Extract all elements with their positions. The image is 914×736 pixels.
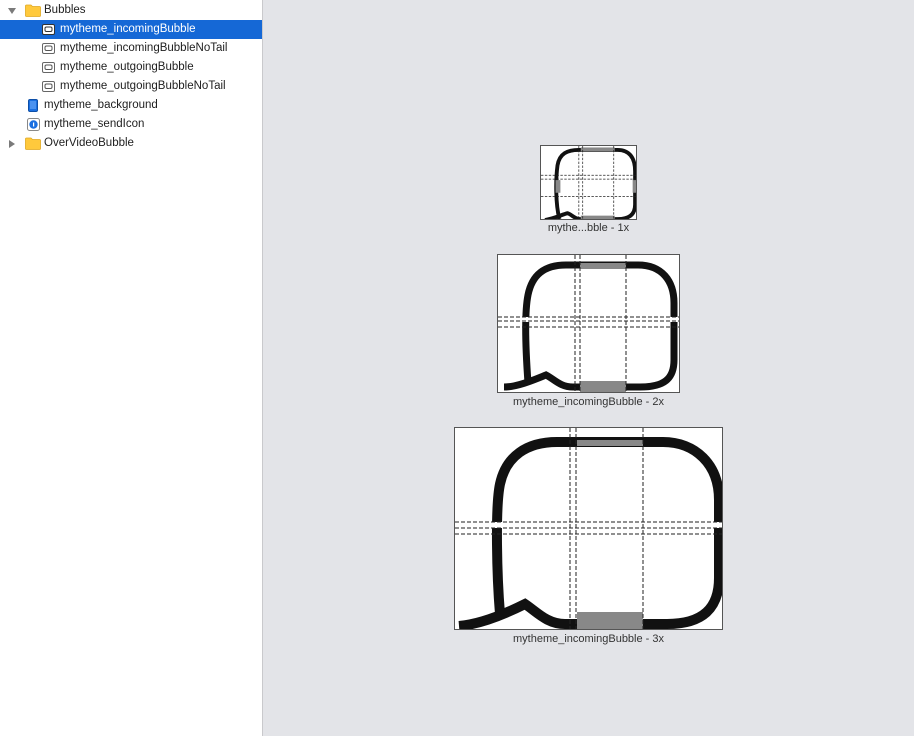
- sidebar-item-label: mytheme_outgoingBubble: [60, 61, 194, 73]
- sidebar-item-label: mytheme_outgoingBubbleNoTail: [60, 80, 226, 92]
- sidebar-item-outgoing-bubble[interactable]: mytheme_outgoingBubble: [0, 58, 262, 77]
- image-well-1x[interactable]: [540, 145, 637, 220]
- disclosure-open-icon[interactable]: [7, 6, 17, 16]
- phone-icon: [28, 99, 38, 112]
- image-set-icon: [42, 81, 55, 92]
- image-well-3x[interactable]: [454, 427, 723, 630]
- bubble-preview-1x: [541, 146, 636, 219]
- asset-sidebar: Bubbles mytheme_incomingBubble mytheme_i…: [0, 0, 263, 736]
- sidebar-item-label: mytheme_background: [44, 99, 158, 111]
- image-set-icon: [42, 24, 55, 35]
- image-set-icon: [42, 62, 55, 73]
- well-caption: mytheme_incomingBubble - 2x: [512, 396, 665, 408]
- sidebar-item-label: mytheme_incomingBubble: [60, 23, 196, 35]
- sidebar-item-incoming-bubble-no-tail[interactable]: mytheme_incomingBubbleNoTail: [0, 39, 262, 58]
- image-set-icon: [42, 43, 55, 54]
- sidebar-item-outgoing-bubble-no-tail[interactable]: mytheme_outgoingBubbleNoTail: [0, 77, 262, 96]
- asset-canvas: mythe...bble - 1x mytheme_incomingBubble…: [263, 0, 914, 736]
- circle-i-icon: [27, 118, 40, 131]
- sidebar-item-incoming-bubble[interactable]: mytheme_incomingBubble: [0, 20, 262, 39]
- sidebar-group-overvideobubble[interactable]: OverVideoBubble: [0, 134, 262, 153]
- sidebar-group-label: OverVideoBubble: [44, 137, 134, 149]
- folder-icon: [25, 137, 41, 150]
- bubble-preview-2x: [498, 255, 679, 392]
- sidebar-group-bubbles[interactable]: Bubbles: [0, 1, 262, 20]
- sidebar-item-send-icon[interactable]: mytheme_sendIcon: [0, 115, 262, 134]
- folder-icon: [25, 4, 41, 17]
- sidebar-item-label: mytheme_incomingBubbleNoTail: [60, 42, 228, 54]
- well-caption: mytheme_incomingBubble - 3x: [512, 633, 665, 645]
- disclosure-closed-icon[interactable]: [7, 139, 17, 149]
- image-well-2x[interactable]: [497, 254, 680, 393]
- sidebar-item-label: mytheme_sendIcon: [44, 118, 145, 130]
- sidebar-group-label: Bubbles: [44, 4, 86, 16]
- sidebar-item-background[interactable]: mytheme_background: [0, 96, 262, 115]
- well-caption: mythe...bble - 1x: [547, 222, 630, 234]
- bubble-preview-3x: [455, 428, 722, 629]
